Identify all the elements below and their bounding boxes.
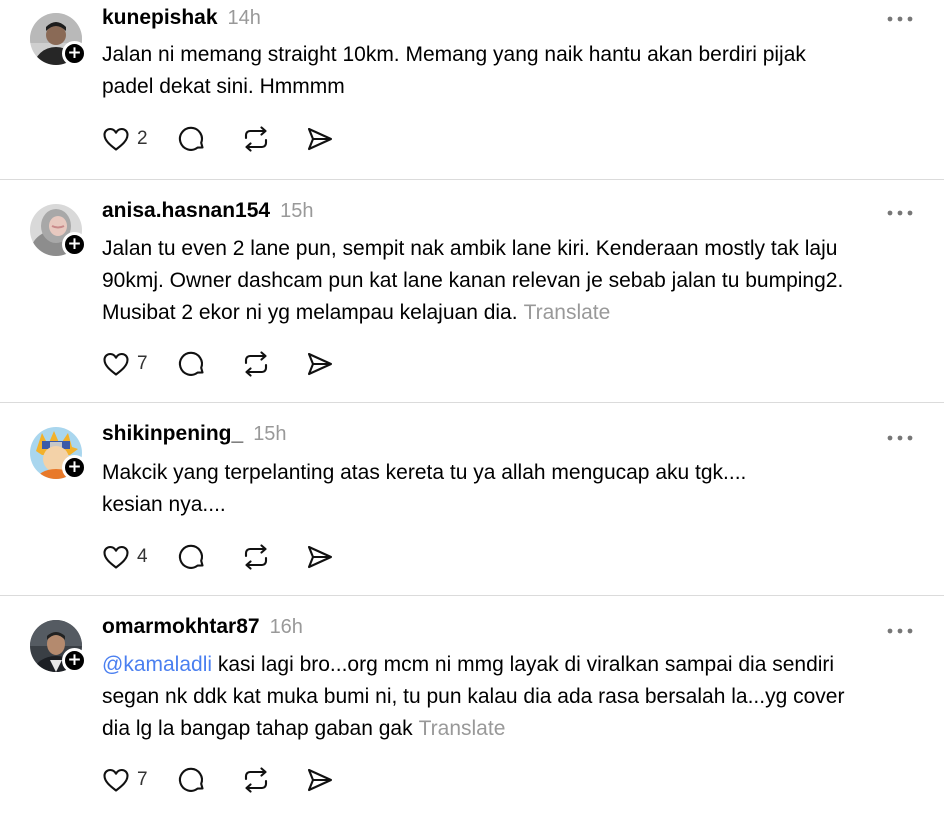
post-header: anisa.hasnan154 15h [102, 199, 313, 229]
post-text-line: kesian nya.... [102, 493, 226, 516]
timestamp: 15h [280, 200, 314, 222]
post-text-segment: kasi lagi bro...org mcm ni mmg layak di … [212, 653, 835, 676]
post-text-segment: Musibat 2 ekor ni yg melampau kelajuan d… [102, 301, 518, 324]
reply-button[interactable] [177, 349, 207, 379]
post-text-line: Makcik yang terpelanting atas kereta tu … [102, 461, 747, 484]
avatar-container: + [30, 204, 87, 257]
repost-icon [244, 351, 268, 377]
like-button[interactable]: 2 [101, 124, 157, 154]
like-count: 4 [137, 546, 148, 567]
share-button[interactable] [305, 542, 335, 572]
post-text-segment: dia lg la bangap tahap gaban gak [102, 717, 413, 740]
follow-plus-icon[interactable]: + [62, 455, 87, 480]
thread-post: + shikinpening_ 15h Makcik yang terpelan… [0, 403, 944, 596]
like-count: 7 [137, 769, 148, 790]
like-button[interactable]: 7 [101, 349, 157, 379]
timestamp: 15h [253, 423, 287, 445]
action-bar: 2 [101, 123, 335, 155]
heart-icon [103, 768, 129, 792]
thread-post: + anisa.hasnan154 15h Jalan tu even 2 la… [0, 180, 944, 403]
username[interactable]: anisa.hasnan154 [102, 199, 270, 223]
post-text: Jalan tu even 2 lane pun, sempit nak amb… [102, 233, 932, 329]
comment-icon [178, 126, 204, 151]
repost-button[interactable] [241, 124, 271, 154]
repost-button[interactable] [241, 349, 271, 379]
post-text-line: @kamaladli kasi lagi bro...org mcm ni mm… [102, 649, 932, 681]
avatar-container: + [30, 620, 87, 673]
reply-button[interactable] [177, 124, 207, 154]
post-header: omarmokhtar87 16h [102, 615, 303, 645]
repost-button[interactable] [241, 765, 271, 795]
avatar-container: + [30, 427, 87, 480]
more-options-icon[interactable] [880, 8, 920, 30]
username[interactable]: omarmokhtar87 [102, 615, 260, 639]
heart-icon [103, 127, 129, 151]
comment-icon [178, 351, 204, 376]
avatar-container: + [30, 13, 87, 66]
post-header: shikinpening_ 15h [102, 422, 287, 452]
heart-icon [103, 352, 129, 376]
username[interactable]: shikinpening_ [102, 422, 243, 446]
thread-post: + omarmokhtar87 16h @kamaladli kasi lagi… [0, 596, 944, 814]
post-text-line: Jalan ni memang straight 10km. Memang ya… [102, 43, 806, 66]
reply-button[interactable] [177, 542, 207, 572]
repost-icon [244, 126, 268, 152]
share-button[interactable] [305, 349, 335, 379]
post-text-line: Musibat 2 ekor ni yg melampau kelajuan d… [102, 297, 932, 329]
send-icon [307, 352, 333, 376]
send-icon [307, 768, 333, 792]
thread-post: + kunepishak 14h Jalan ni memang straigh… [0, 0, 944, 180]
repost-button[interactable] [241, 542, 271, 572]
follow-plus-icon[interactable]: + [62, 648, 87, 673]
send-icon [307, 545, 333, 569]
comment-icon [178, 767, 204, 792]
action-bar: 7 [101, 348, 335, 380]
post-text: Jalan ni memang straight 10km. Memang ya… [102, 39, 932, 103]
more-options-icon[interactable] [880, 202, 920, 224]
translate-link[interactable]: Translate [524, 301, 611, 324]
post-text: @kamaladli kasi lagi bro...org mcm ni mm… [102, 649, 932, 745]
timestamp: 16h [269, 616, 303, 638]
mention-link[interactable]: @kamaladli [102, 653, 212, 676]
more-options-icon[interactable] [880, 620, 920, 642]
more-options-icon[interactable] [880, 427, 920, 449]
like-button[interactable]: 4 [101, 542, 157, 572]
share-button[interactable] [305, 124, 335, 154]
like-button[interactable]: 7 [101, 765, 157, 795]
post-text-line: segan nk ddk kat muka bumi ni, tu pun ka… [102, 685, 845, 708]
translate-link[interactable]: Translate [419, 717, 506, 740]
action-bar: 7 [101, 764, 335, 796]
comment-icon [178, 544, 204, 569]
share-button[interactable] [305, 765, 335, 795]
heart-icon [103, 545, 129, 569]
post-text-line: Jalan tu even 2 lane pun, sempit nak amb… [102, 237, 838, 260]
post-text-line: 90kmj. Owner dashcam pun kat lane kanan … [102, 269, 844, 292]
username[interactable]: kunepishak [102, 6, 218, 30]
send-icon [307, 127, 333, 151]
repost-icon [244, 544, 268, 570]
post-text-line: padel dekat sini. Hmmmm [102, 75, 345, 98]
follow-plus-icon[interactable]: + [62, 41, 87, 66]
post-text-line: dia lg la bangap tahap gaban gak Translat… [102, 713, 932, 745]
timestamp: 14h [227, 7, 261, 29]
post-header: kunepishak 14h [102, 6, 261, 36]
reply-button[interactable] [177, 765, 207, 795]
like-count: 2 [137, 128, 148, 149]
follow-plus-icon[interactable]: + [62, 232, 87, 257]
like-count: 7 [137, 353, 148, 374]
action-bar: 4 [101, 541, 335, 573]
post-text: Makcik yang terpelanting atas kereta tu … [102, 457, 932, 521]
repost-icon [244, 767, 268, 793]
